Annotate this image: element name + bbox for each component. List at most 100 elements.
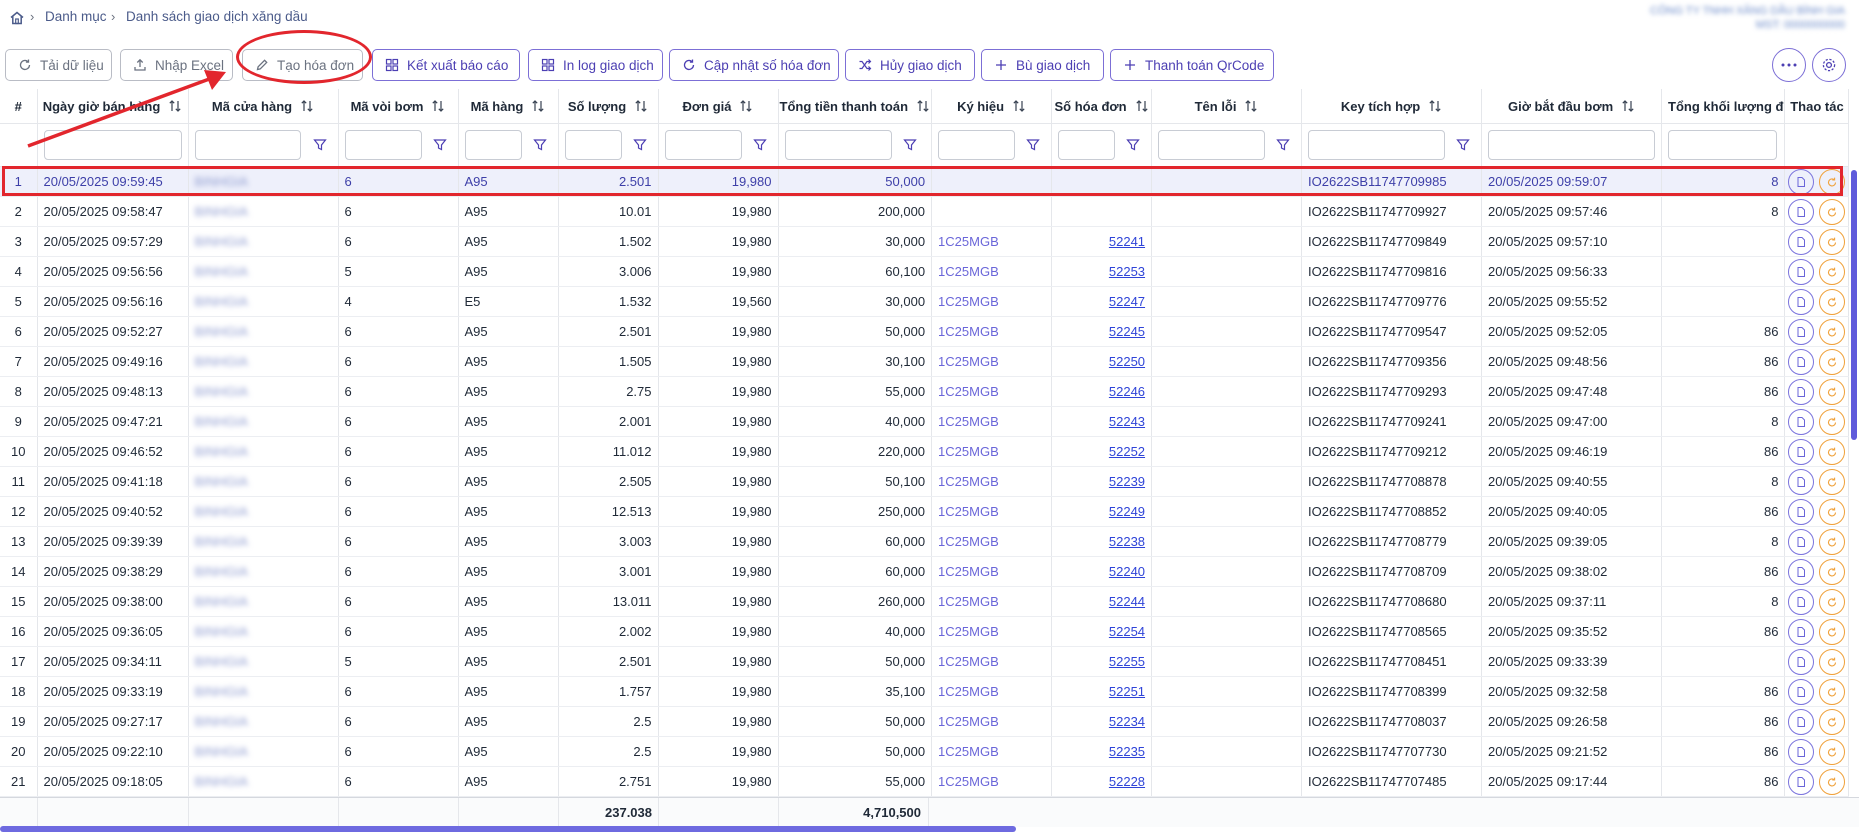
retry-button[interactable] bbox=[1819, 438, 1846, 465]
table-row[interactable]: 2 20/05/2025 09:58:47 BINHGIA 6 A95 10.01 19,9… bbox=[0, 196, 1850, 227]
invoice-number-cell[interactable]: 52245 bbox=[1109, 324, 1145, 339]
retry-button[interactable] bbox=[1819, 468, 1846, 495]
sort-icon[interactable] bbox=[431, 99, 445, 113]
retry-button[interactable] bbox=[1819, 348, 1846, 375]
retry-button[interactable] bbox=[1819, 618, 1846, 645]
invoice-number-cell[interactable]: 52255 bbox=[1109, 654, 1145, 669]
table-row[interactable]: 10 20/05/2025 09:46:52 BINHGIA 6 A95 11.012 19… bbox=[0, 436, 1850, 467]
table-row[interactable]: 9 20/05/2025 09:47:21 BINHGIA 6 A95 2.001 19,9… bbox=[0, 406, 1850, 437]
column-header-total-payment[interactable]: Tổng tiền thanh toán bbox=[778, 89, 933, 124]
sort-icon[interactable] bbox=[300, 99, 314, 113]
invoice-number-cell[interactable]: 52244 bbox=[1109, 594, 1145, 609]
column-header-symbol[interactable]: Ký hiệu bbox=[931, 89, 1053, 124]
column-header-invoice-number[interactable]: Số hóa đơn bbox=[1051, 89, 1153, 124]
horizontal-scrollbar[interactable] bbox=[0, 826, 1016, 832]
sort-icon[interactable] bbox=[634, 99, 648, 113]
print-transaction-log-button[interactable]: In log giao dịch bbox=[528, 49, 663, 81]
view-invoice-button[interactable] bbox=[1788, 318, 1815, 345]
view-invoice-button[interactable] bbox=[1788, 198, 1815, 225]
retry-button[interactable] bbox=[1819, 588, 1846, 615]
qrcode-payment-button[interactable]: Thanh toán QrCode bbox=[1110, 49, 1274, 81]
retry-button[interactable] bbox=[1819, 228, 1846, 255]
invoice-number-cell[interactable]: 52250 bbox=[1109, 354, 1145, 369]
retry-button[interactable] bbox=[1819, 288, 1846, 315]
invoice-number-cell[interactable]: 52253 bbox=[1109, 264, 1145, 279]
column-header-error-name[interactable]: Tên lỗi bbox=[1151, 89, 1303, 124]
invoice-number-cell[interactable]: 52228 bbox=[1109, 774, 1145, 789]
table-row[interactable]: 16 20/05/2025 09:36:05 BINHGIA 6 A95 2.002 19,… bbox=[0, 616, 1850, 647]
invoice-number-cell[interactable]: 52240 bbox=[1109, 564, 1145, 579]
cancel-transaction-button[interactable]: Hủy giao dịch bbox=[845, 49, 975, 81]
retry-button[interactable] bbox=[1819, 378, 1846, 405]
filter-icon[interactable] bbox=[1456, 138, 1470, 152]
invoice-number-cell[interactable]: 52247 bbox=[1109, 294, 1145, 309]
view-invoice-button[interactable] bbox=[1788, 348, 1815, 375]
view-invoice-button[interactable] bbox=[1788, 618, 1815, 645]
filter-icon[interactable] bbox=[312, 138, 327, 152]
more-options-button[interactable] bbox=[1772, 48, 1806, 82]
retry-button[interactable] bbox=[1819, 198, 1846, 225]
filter-icon[interactable] bbox=[632, 138, 647, 152]
view-invoice-button[interactable] bbox=[1788, 378, 1815, 405]
sort-icon[interactable] bbox=[1244, 99, 1258, 113]
table-row[interactable]: 18 20/05/2025 09:33:19 BINHGIA 6 A95 1.757 19,… bbox=[0, 676, 1850, 707]
view-invoice-button[interactable] bbox=[1788, 708, 1815, 735]
filter-input-product-code[interactable] bbox=[464, 130, 522, 160]
invoice-number-cell[interactable]: 52238 bbox=[1109, 534, 1145, 549]
table-row[interactable]: 11 20/05/2025 09:41:18 BINHGIA 6 A95 2.505 19,… bbox=[0, 466, 1850, 497]
invoice-number-cell[interactable]: 52252 bbox=[1109, 444, 1145, 459]
view-invoice-button[interactable] bbox=[1788, 228, 1815, 255]
view-invoice-button[interactable] bbox=[1788, 678, 1815, 705]
invoice-number-cell[interactable]: 52234 bbox=[1109, 714, 1145, 729]
table-row[interactable]: 21 20/05/2025 09:18:05 BINHGIA 6 A95 2.751 19,… bbox=[0, 766, 1850, 797]
retry-button[interactable] bbox=[1819, 498, 1846, 525]
table-row[interactable]: 3 20/05/2025 09:57:29 BINHGIA 6 A95 1.502 19,9… bbox=[0, 226, 1850, 257]
retry-button[interactable] bbox=[1819, 678, 1846, 705]
settings-button[interactable] bbox=[1812, 48, 1846, 82]
filter-icon[interactable] bbox=[902, 138, 917, 152]
table-row[interactable]: 14 20/05/2025 09:38:29 BINHGIA 6 A95 3.001 19,… bbox=[0, 556, 1850, 587]
view-invoice-button[interactable] bbox=[1788, 438, 1815, 465]
retry-button[interactable] bbox=[1819, 768, 1846, 795]
vertical-scrollbar[interactable] bbox=[1851, 170, 1857, 440]
sort-icon[interactable] bbox=[1012, 99, 1026, 113]
filter-icon[interactable] bbox=[1276, 138, 1290, 152]
table-row[interactable]: 13 20/05/2025 09:39:39 BINHGIA 6 A95 3.003 19,… bbox=[0, 526, 1850, 557]
view-invoice-button[interactable] bbox=[1788, 558, 1815, 585]
retry-button[interactable] bbox=[1819, 408, 1846, 435]
sort-icon[interactable] bbox=[916, 99, 930, 113]
view-invoice-button[interactable] bbox=[1788, 768, 1815, 795]
invoice-number-cell[interactable]: 52235 bbox=[1109, 744, 1145, 759]
filter-input-total-payment[interactable] bbox=[784, 130, 892, 160]
sort-icon[interactable] bbox=[739, 99, 753, 113]
view-invoice-button[interactable] bbox=[1788, 468, 1815, 495]
filter-input-integration-key[interactable] bbox=[1308, 130, 1446, 160]
column-header-unit-price[interactable]: Đơn giá bbox=[658, 89, 779, 124]
table-row[interactable]: 4 20/05/2025 09:56:56 BINHGIA 5 A95 3.006 19,9… bbox=[0, 256, 1850, 287]
filter-input-total-volume[interactable] bbox=[1668, 130, 1778, 160]
column-header-product-code[interactable]: Mã hàng bbox=[458, 89, 559, 124]
filter-icon[interactable] bbox=[432, 138, 447, 152]
retry-button[interactable] bbox=[1819, 648, 1846, 675]
filter-icon[interactable] bbox=[1126, 138, 1140, 152]
export-report-button[interactable]: Kết xuất báo cáo bbox=[372, 49, 520, 81]
table-row[interactable]: 12 20/05/2025 09:40:52 BINHGIA 6 A95 12.513 19… bbox=[0, 496, 1850, 527]
retry-button[interactable] bbox=[1819, 258, 1846, 285]
sort-icon[interactable] bbox=[531, 99, 545, 113]
filter-input-pump-code[interactable] bbox=[344, 130, 422, 160]
filter-input-invoice-number[interactable] bbox=[1058, 130, 1116, 160]
view-invoice-button[interactable] bbox=[1788, 528, 1815, 555]
table-row[interactable]: 8 20/05/2025 09:48:13 BINHGIA 6 A95 2.75 19,98… bbox=[0, 376, 1850, 407]
invoice-number-cell[interactable]: 52249 bbox=[1109, 504, 1145, 519]
table-row[interactable]: 19 20/05/2025 09:27:17 BINHGIA 6 A95 2.5 19,98… bbox=[0, 706, 1850, 737]
filter-icon[interactable] bbox=[1026, 138, 1040, 152]
view-invoice-button[interactable] bbox=[1788, 648, 1815, 675]
column-header-integration-key[interactable]: Key tích hợp bbox=[1301, 89, 1483, 124]
filter-icon[interactable] bbox=[532, 138, 547, 152]
invoice-number-cell[interactable]: 52251 bbox=[1109, 684, 1145, 699]
retry-button[interactable] bbox=[1819, 318, 1846, 345]
view-invoice-button[interactable] bbox=[1788, 498, 1815, 525]
column-header-quantity[interactable]: Số lượng bbox=[558, 89, 659, 124]
sort-icon[interactable] bbox=[1621, 99, 1635, 113]
filter-input-error-name[interactable] bbox=[1158, 130, 1266, 160]
